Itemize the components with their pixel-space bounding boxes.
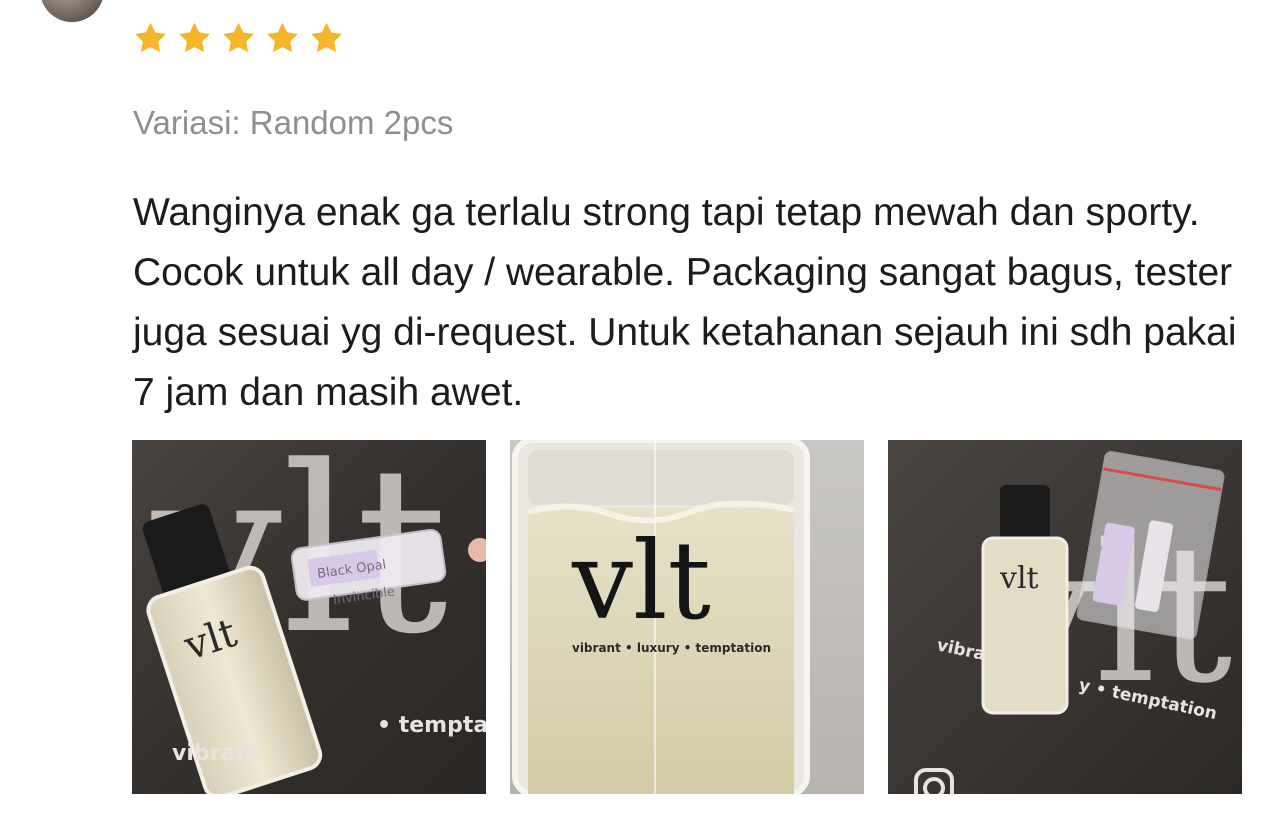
star-icon bbox=[223, 22, 254, 53]
brand-tagline: vibrant • luxury • temptation bbox=[572, 641, 771, 655]
review-photo-1[interactable]: vlt vlt Black Opal Invincible vibrant • … bbox=[132, 440, 486, 794]
reviewer-avatar[interactable] bbox=[40, 0, 104, 22]
star-rating bbox=[132, 20, 345, 57]
star-icon bbox=[135, 22, 166, 53]
variation-label: Variasi: Random 2pcs bbox=[133, 104, 454, 141]
tagline-end: • tempta bbox=[377, 713, 486, 738]
perfume-closeup-photo-icon: vlt vibrant • luxury • temptation bbox=[510, 440, 864, 794]
review-photos: vlt vlt Black Opal Invincible vibrant • … bbox=[132, 440, 1242, 794]
review-text: Wanginya enak ga terlalu strong tapi tet… bbox=[133, 191, 1237, 414]
star-icon bbox=[179, 22, 210, 53]
perfume-bottle-photo-icon: vlt vlt Black Opal Invincible vibrant • … bbox=[132, 440, 486, 794]
svg-text:vlt: vlt bbox=[999, 561, 1039, 596]
tagline-fragment: vibrant bbox=[172, 741, 262, 766]
review-photo-3[interactable]: vlt vlt vibra y • temptation bbox=[888, 440, 1242, 794]
perfume-with-testers-photo-icon: vlt vlt vibra y • temptation bbox=[888, 440, 1242, 794]
review-photo-2[interactable]: vlt vibrant • luxury • temptation bbox=[510, 440, 864, 794]
brand-logo: vlt bbox=[571, 519, 711, 644]
star-icon bbox=[311, 22, 342, 53]
star-icon bbox=[267, 22, 298, 53]
